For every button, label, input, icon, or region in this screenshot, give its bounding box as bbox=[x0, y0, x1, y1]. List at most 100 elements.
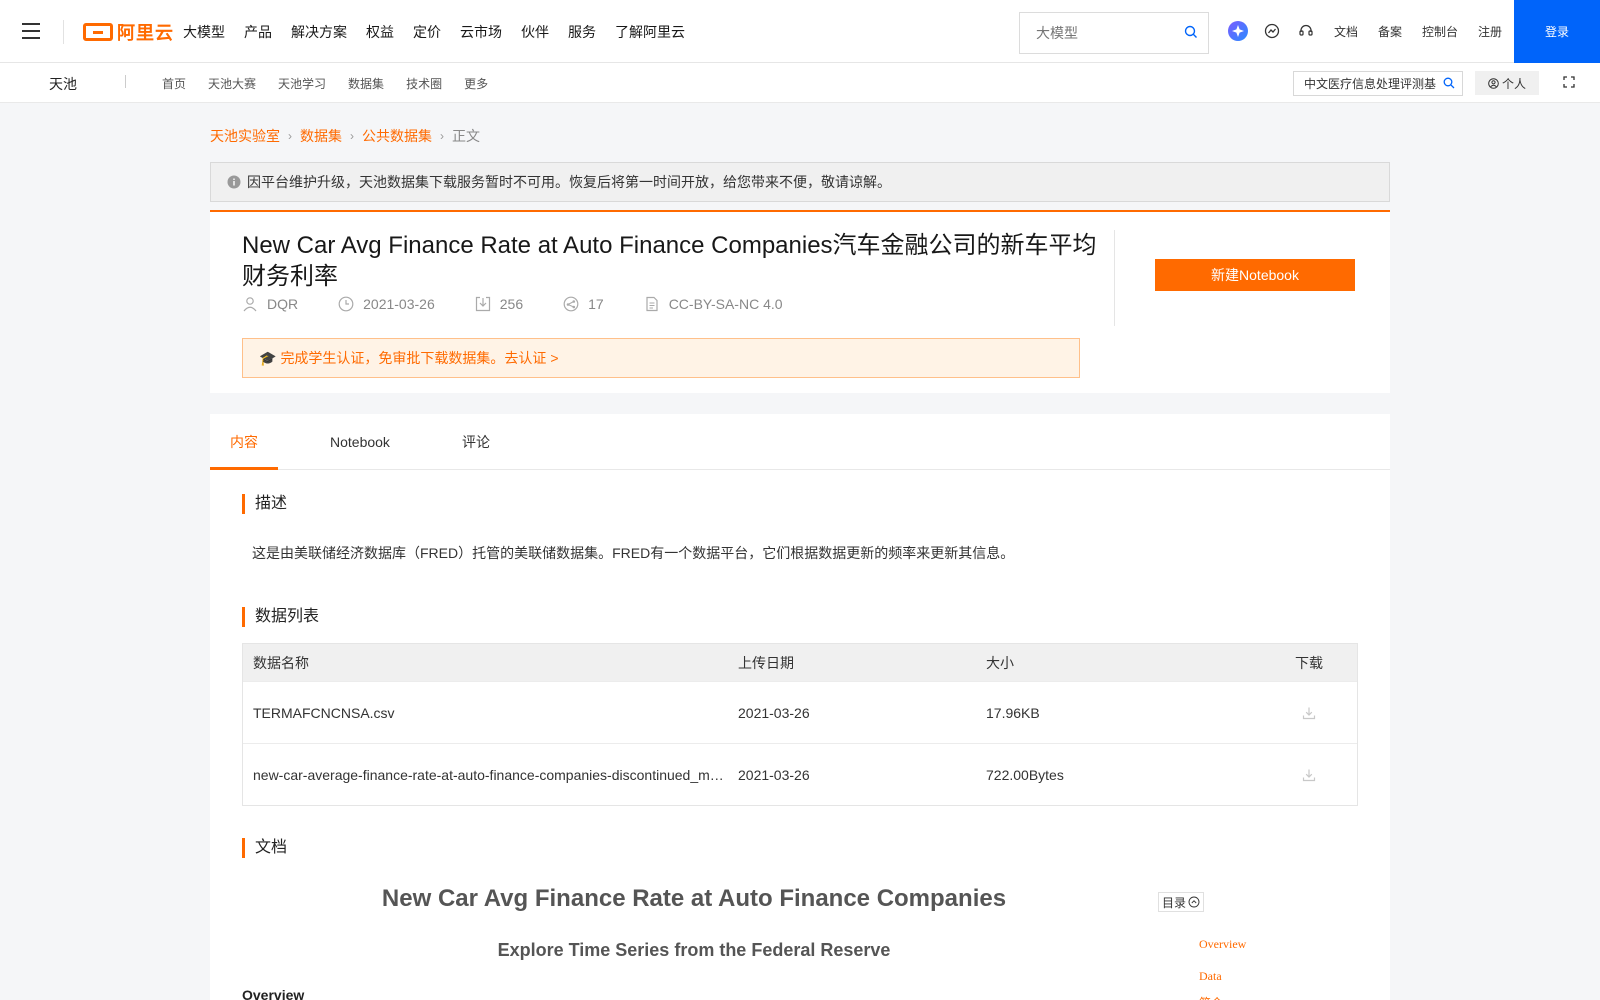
breadcrumb-public-datasets[interactable]: 公共数据集 bbox=[362, 126, 432, 146]
submenu-tech-circle[interactable]: 技术圈 bbox=[406, 75, 442, 92]
meta-date: 2021-03-26 bbox=[338, 296, 435, 312]
menu-item-benefits[interactable]: 权益 bbox=[366, 22, 394, 42]
doc-heading: New Car Avg Finance Rate at Auto Finance… bbox=[381, 885, 1007, 912]
explore-icon[interactable] bbox=[1262, 21, 1282, 41]
aliyun-logo[interactable]: 阿里云 bbox=[83, 19, 174, 45]
file-size: 17.96KB bbox=[986, 704, 1040, 721]
tab-notebook[interactable]: Notebook bbox=[330, 414, 390, 470]
top-navbar: 阿里云 大模型 产品 解决方案 权益 定价 云市场 伙伴 服务 了解阿里云 文档… bbox=[0, 0, 1600, 63]
notice-text: 因平台维护升级，天池数据集下载服务暂时不可用。恢复后将第一时间开放，给您带来不便… bbox=[247, 174, 891, 190]
top-search-box bbox=[1019, 12, 1209, 54]
logo-text: 阿里云 bbox=[117, 23, 174, 43]
col-header-date: 上传日期 bbox=[738, 654, 794, 671]
download-icon[interactable] bbox=[1279, 682, 1339, 743]
graduation-cap-icon: 🎓 bbox=[259, 349, 277, 366]
top-icon-group bbox=[1228, 21, 1330, 41]
publish-date: 2021-03-26 bbox=[363, 296, 435, 312]
tianchi-search-input[interactable] bbox=[1294, 72, 1436, 95]
student-verification-banner[interactable]: 🎓 完成学生认证，免审批下载数据集。去认证 > bbox=[242, 338, 1080, 378]
data-file-table: 数据名称 上传日期 大小 下载 TERMAFCNCNSA.csv 2021-03… bbox=[242, 643, 1358, 806]
personal-button[interactable]: 个人 bbox=[1475, 71, 1539, 95]
divider bbox=[1114, 230, 1115, 326]
tab-comments[interactable]: 评论 bbox=[462, 414, 490, 470]
author-name[interactable]: DQR bbox=[267, 296, 298, 312]
fullscreen-icon[interactable] bbox=[1563, 76, 1575, 88]
doc-subheading: Explore Time Series from the Federal Res… bbox=[497, 940, 891, 960]
tab-content[interactable]: 内容 bbox=[230, 414, 258, 470]
meta-shares: 17 bbox=[563, 296, 604, 312]
file-name: TERMAFCNCNSA.csv bbox=[253, 682, 729, 743]
menu-icon[interactable] bbox=[22, 23, 40, 39]
link-icp[interactable]: 备案 bbox=[1378, 23, 1402, 40]
content-tabs: 内容 Notebook 评论 bbox=[210, 414, 1390, 470]
chevron-up-icon bbox=[1188, 896, 1200, 908]
customer-service-icon[interactable] bbox=[1296, 21, 1316, 41]
new-notebook-button[interactable]: 新建Notebook bbox=[1155, 259, 1355, 291]
file-name-text: TERMAFCNCNSA.csv bbox=[253, 704, 395, 721]
menu-item-marketplace[interactable]: 云市场 bbox=[460, 22, 502, 42]
breadcrumb-current: 正文 bbox=[452, 128, 480, 144]
breadcrumb: 天池实验室 › 数据集 › 公共数据集 › 正文 bbox=[210, 126, 480, 146]
col-header-download: 下载 bbox=[1295, 654, 1323, 671]
menu-item-llm[interactable]: 大模型 bbox=[183, 22, 225, 42]
submenu-learning[interactable]: 天池学习 bbox=[278, 75, 326, 92]
submenu-competitions[interactable]: 天池大赛 bbox=[208, 75, 256, 92]
license-text: CC-BY-SA-NC 4.0 bbox=[668, 296, 783, 312]
tianchi-menu: 首页 天池大赛 天池学习 数据集 技术圈 更多 bbox=[162, 63, 510, 103]
toc-label: 目录 bbox=[1161, 895, 1186, 910]
file-name-text: new-car-average-finance-rate-at-auto-fin… bbox=[253, 766, 729, 783]
menu-item-solutions[interactable]: 解决方案 bbox=[291, 22, 347, 42]
section-title-docs: 文档 bbox=[242, 838, 287, 858]
login-button[interactable]: 登录 bbox=[1514, 0, 1600, 63]
submenu-more[interactable]: 更多 bbox=[464, 75, 488, 92]
ai-assistant-icon[interactable] bbox=[1228, 21, 1248, 41]
toc-item-overview[interactable]: Overview bbox=[1199, 937, 1246, 952]
breadcrumb-datasets[interactable]: 数据集 bbox=[300, 126, 342, 146]
download-icon[interactable] bbox=[1279, 744, 1339, 805]
chevron-right-icon: › bbox=[440, 129, 444, 143]
meta-downloads: 256 bbox=[475, 296, 523, 312]
link-register[interactable]: 注册 bbox=[1478, 23, 1502, 40]
toc-item-intro[interactable]: 简介 bbox=[1199, 994, 1223, 1000]
download-count: 256 bbox=[499, 296, 524, 312]
student-verification-text[interactable]: 完成学生认证，免审批下载数据集。去认证 > bbox=[280, 348, 558, 368]
dataset-header-card: New Car Avg Finance Rate at Auto Finance… bbox=[210, 210, 1390, 393]
menu-item-about[interactable]: 了解阿里云 bbox=[615, 22, 685, 42]
download-count-icon bbox=[475, 296, 491, 312]
top-search-input[interactable] bbox=[1020, 13, 1170, 53]
dataset-content-card: 内容 Notebook 评论 描述 这是由美联储经济数据库（FRED）托管的美联… bbox=[210, 414, 1390, 1000]
doc-section-overview: Overview bbox=[242, 987, 305, 1000]
menu-item-pricing[interactable]: 定价 bbox=[413, 22, 441, 42]
menu-item-services[interactable]: 服务 bbox=[568, 22, 596, 42]
search-icon[interactable] bbox=[1184, 25, 1198, 39]
user-icon bbox=[242, 296, 258, 312]
menu-item-partners[interactable]: 伙伴 bbox=[521, 22, 549, 42]
chevron-right-icon: › bbox=[350, 129, 354, 143]
col-header-size: 大小 bbox=[986, 654, 1014, 671]
tianchi-subnav: 天池 首页 天池大赛 天池学习 数据集 技术圈 更多 个人 bbox=[0, 63, 1600, 103]
submenu-home[interactable]: 首页 bbox=[162, 75, 186, 92]
toc-toggle-button[interactable]: 目录 bbox=[1158, 892, 1204, 912]
menu-item-products[interactable]: 产品 bbox=[244, 22, 272, 42]
main-menu: 大模型 产品 解决方案 权益 定价 云市场 伙伴 服务 了解阿里云 bbox=[183, 0, 704, 63]
toc-item-data[interactable]: Data bbox=[1199, 969, 1222, 984]
breadcrumb-lab[interactable]: 天池实验室 bbox=[210, 126, 280, 146]
document-icon bbox=[644, 296, 660, 312]
search-icon[interactable] bbox=[1443, 77, 1455, 89]
dataset-title: New Car Avg Finance Rate at Auto Finance… bbox=[242, 232, 1097, 290]
share-count: 17 bbox=[588, 296, 604, 312]
dataset-meta: DQR 2021-03-26 256 17 CC-BY-SA-NC 4.0 bbox=[242, 296, 823, 312]
divider bbox=[63, 20, 64, 44]
table-row: new-car-average-finance-rate-at-auto-fin… bbox=[243, 743, 1357, 805]
submenu-datasets[interactable]: 数据集 bbox=[348, 75, 384, 92]
logo-mark-icon bbox=[83, 23, 113, 41]
link-docs[interactable]: 文档 bbox=[1334, 23, 1358, 40]
meta-author: DQR bbox=[242, 296, 298, 312]
tianchi-title[interactable]: 天池 bbox=[49, 74, 77, 94]
table-header: 数据名称 上传日期 大小 下载 bbox=[243, 644, 1357, 681]
top-links: 文档 备案 控制台 注册 bbox=[1334, 0, 1522, 63]
file-date: 2021-03-26 bbox=[738, 766, 810, 783]
description-text: 这是由美联储经济数据库（FRED）托管的美联储数据集。FRED有一个数据平台，它… bbox=[252, 545, 1015, 561]
link-console[interactable]: 控制台 bbox=[1422, 23, 1458, 40]
file-size: 722.00Bytes bbox=[986, 766, 1064, 783]
